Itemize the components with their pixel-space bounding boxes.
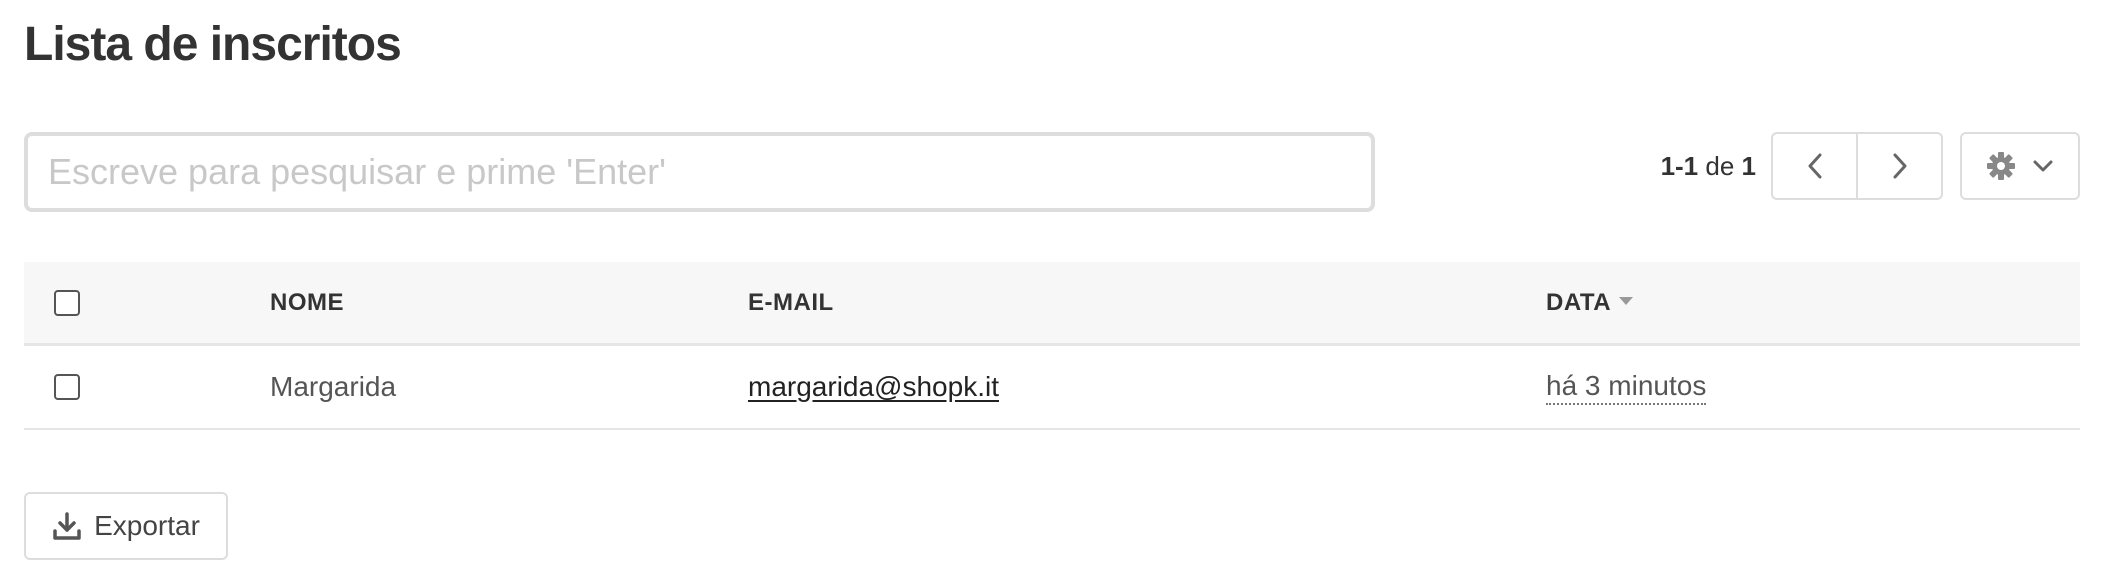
pagination-range: 1-1: [1660, 151, 1699, 181]
row-date-cell: há 3 minutos: [1546, 346, 1707, 428]
row-checkbox[interactable]: [54, 374, 80, 400]
chevron-right-icon: [1893, 153, 1906, 179]
previous-page-button[interactable]: [1773, 134, 1856, 198]
gear-icon: [1987, 152, 2015, 180]
select-all-cell: [54, 262, 80, 343]
pagination-total: 1: [1741, 151, 1756, 181]
column-name-label: NOME: [270, 288, 344, 316]
settings-dropdown-button[interactable]: [1960, 132, 2080, 200]
column-date-label: DATA: [1546, 288, 1612, 316]
column-email-label: E-MAIL: [748, 288, 834, 316]
chevron-left-icon: [1808, 153, 1821, 179]
next-page-button[interactable]: [1856, 134, 1941, 198]
select-all-checkbox[interactable]: [54, 289, 80, 316]
subscriber-date: há 3 minutos: [1546, 369, 1707, 405]
subscribers-table: NOME E-MAIL DATA Margarida margarida@sho…: [24, 262, 2080, 430]
page-title: Lista de inscritos: [24, 18, 402, 71]
row-select-cell: [54, 346, 80, 428]
pagination-of-label: de: [1705, 151, 1735, 181]
subscriber-email-link[interactable]: margarida@shopk.it: [748, 371, 999, 403]
export-button[interactable]: Exportar: [24, 492, 228, 560]
pagination-info: 1-1 de 1: [1600, 150, 1756, 182]
download-icon: [53, 512, 81, 540]
row-name-cell: Margarida: [270, 346, 396, 428]
export-label: Exportar: [94, 510, 200, 541]
column-header-name[interactable]: NOME: [270, 262, 344, 343]
row-email-cell: margarida@shopk.it: [748, 346, 999, 428]
table-header: NOME E-MAIL DATA: [24, 262, 2080, 346]
table-row: Margarida margarida@shopk.it há 3 minuto…: [24, 346, 2080, 430]
chevron-down-icon: [2033, 160, 2053, 172]
sort-desc-icon: [1619, 296, 1634, 305]
column-header-date[interactable]: DATA: [1546, 262, 1634, 343]
subscriber-name: Margarida: [270, 371, 397, 402]
column-header-email[interactable]: E-MAIL: [748, 262, 834, 343]
search-input[interactable]: [24, 132, 1375, 212]
pager: [1771, 132, 1943, 200]
